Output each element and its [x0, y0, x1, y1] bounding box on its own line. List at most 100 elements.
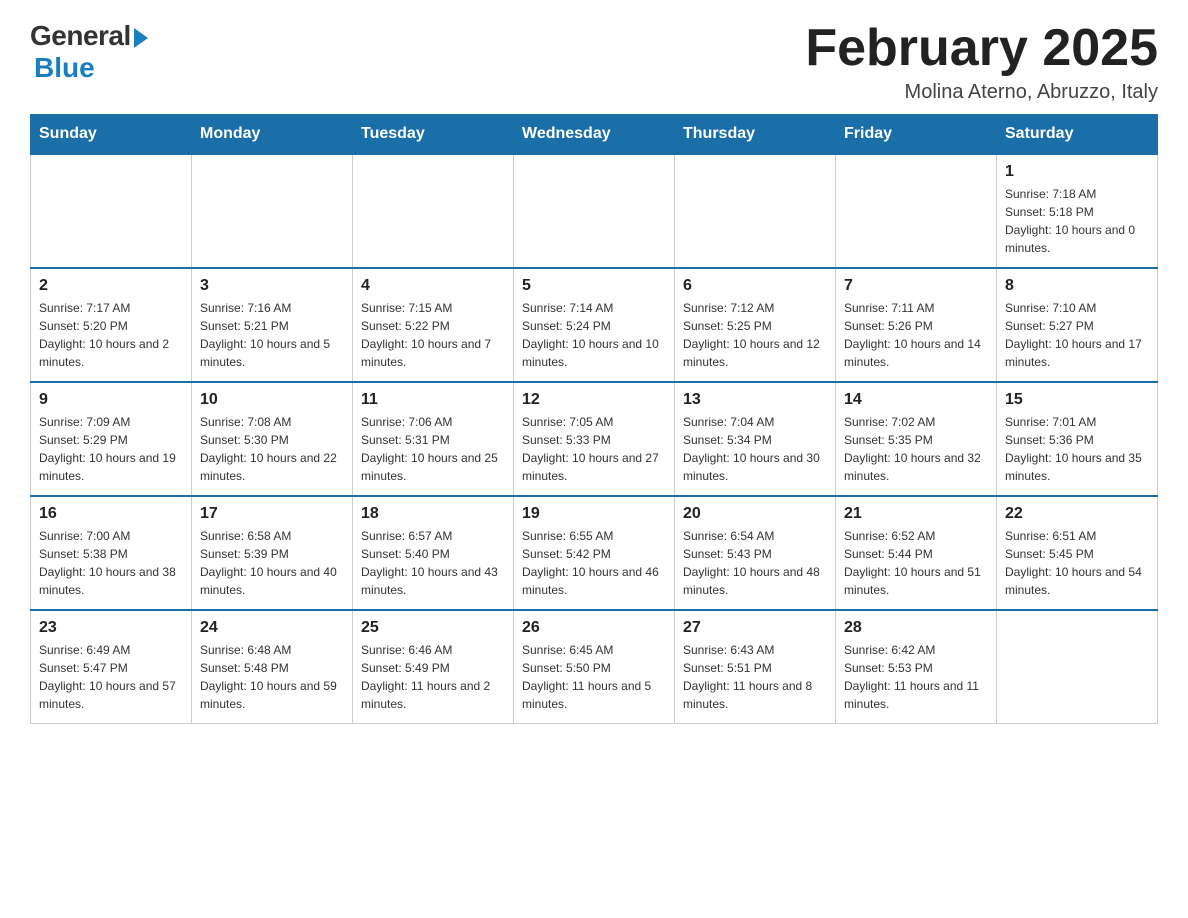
day-number: 10 — [200, 391, 344, 409]
week-row-4: 16 Sunrise: 7:00 AM Sunset: 5:38 PM Dayli… — [31, 496, 1158, 610]
day-info: Sunrise: 6:45 AM Sunset: 5:50 PM Dayligh… — [522, 641, 666, 713]
calendar-cell: 22 Sunrise: 6:51 AM Sunset: 5:45 PM Dayli… — [997, 496, 1158, 610]
day-number: 12 — [522, 391, 666, 409]
calendar-cell: 18 Sunrise: 6:57 AM Sunset: 5:40 PM Dayli… — [353, 496, 514, 610]
calendar-cell: 14Sunrise: 7:02 AM Sunset: 5:35 PM Dayli… — [836, 382, 997, 496]
day-info: Sunrise: 6:55 AM Sunset: 5:42 PM Dayligh… — [522, 527, 666, 599]
weekday-header-friday: Friday — [836, 115, 997, 155]
weekday-header-monday: Monday — [192, 115, 353, 155]
day-info: Sunrise: 6:57 AM Sunset: 5:40 PM Dayligh… — [361, 527, 505, 599]
calendar-cell: 27 Sunrise: 6:43 AM Sunset: 5:51 PM Dayli… — [675, 610, 836, 724]
day-info: Sunrise: 6:46 AM Sunset: 5:49 PM Dayligh… — [361, 641, 505, 713]
day-number: 5 — [522, 277, 666, 295]
location-text: Molina Aterno, Abruzzo, Italy — [805, 81, 1158, 104]
day-info: Sunrise: 7:12 AM Sunset: 5:25 PM Dayligh… — [683, 299, 827, 371]
logo-arrow-icon — [134, 28, 148, 48]
calendar-cell: 9 Sunrise: 7:09 AM Sunset: 5:29 PM Daylig… — [31, 382, 192, 496]
week-row-1: 1Sunrise: 7:18 AM Sunset: 5:18 PM Daylig… — [31, 154, 1158, 268]
calendar-cell: 19 Sunrise: 6:55 AM Sunset: 5:42 PM Dayli… — [514, 496, 675, 610]
calendar-cell: 8 Sunrise: 7:10 AM Sunset: 5:27 PM Daylig… — [997, 268, 1158, 382]
day-number: 17 — [200, 505, 344, 523]
day-info: Sunrise: 7:14 AM Sunset: 5:24 PM Dayligh… — [522, 299, 666, 371]
day-info: Sunrise: 7:09 AM Sunset: 5:29 PM Dayligh… — [39, 413, 183, 485]
day-number: 21 — [844, 505, 988, 523]
day-info: Sunrise: 7:15 AM Sunset: 5:22 PM Dayligh… — [361, 299, 505, 371]
calendar-cell: 6 Sunrise: 7:12 AM Sunset: 5:25 PM Daylig… — [675, 268, 836, 382]
calendar-table: SundayMondayTuesdayWednesdayThursdayFrid… — [30, 114, 1158, 724]
day-info: Sunrise: 7:16 AM Sunset: 5:21 PM Dayligh… — [200, 299, 344, 371]
calendar-cell: 13Sunrise: 7:04 AM Sunset: 5:34 PM Dayli… — [675, 382, 836, 496]
day-number: 7 — [844, 277, 988, 295]
day-number: 3 — [200, 277, 344, 295]
calendar-cell: 5 Sunrise: 7:14 AM Sunset: 5:24 PM Daylig… — [514, 268, 675, 382]
calendar-cell: 11 Sunrise: 7:06 AM Sunset: 5:31 PM Dayli… — [353, 382, 514, 496]
weekday-header-sunday: Sunday — [31, 115, 192, 155]
day-number: 22 — [1005, 505, 1149, 523]
day-number: 28 — [844, 619, 988, 637]
page-header: General Blue February 2025 Molina Aterno… — [30, 20, 1158, 104]
calendar-cell — [514, 154, 675, 268]
calendar-cell — [675, 154, 836, 268]
day-info: Sunrise: 6:54 AM Sunset: 5:43 PM Dayligh… — [683, 527, 827, 599]
day-number: 11 — [361, 391, 505, 409]
day-number: 16 — [39, 505, 183, 523]
day-info: Sunrise: 6:52 AM Sunset: 5:44 PM Dayligh… — [844, 527, 988, 599]
title-section: February 2025 Molina Aterno, Abruzzo, It… — [805, 20, 1158, 104]
day-number: 23 — [39, 619, 183, 637]
calendar-cell — [31, 154, 192, 268]
day-info: Sunrise: 7:10 AM Sunset: 5:27 PM Dayligh… — [1005, 299, 1149, 371]
calendar-cell: 3 Sunrise: 7:16 AM Sunset: 5:21 PM Daylig… — [192, 268, 353, 382]
calendar-cell — [836, 154, 997, 268]
calendar-cell: 26 Sunrise: 6:45 AM Sunset: 5:50 PM Dayli… — [514, 610, 675, 724]
calendar-cell: 7Sunrise: 7:11 AM Sunset: 5:26 PM Daylig… — [836, 268, 997, 382]
day-number: 14 — [844, 391, 988, 409]
calendar-cell: 28 Sunrise: 6:42 AM Sunset: 5:53 PM Dayli… — [836, 610, 997, 724]
calendar-cell: 4 Sunrise: 7:15 AM Sunset: 5:22 PM Daylig… — [353, 268, 514, 382]
day-info: Sunrise: 7:00 AM Sunset: 5:38 PM Dayligh… — [39, 527, 183, 599]
weekday-header-saturday: Saturday — [997, 115, 1158, 155]
calendar-cell: 21 Sunrise: 6:52 AM Sunset: 5:44 PM Dayli… — [836, 496, 997, 610]
day-info: Sunrise: 6:43 AM Sunset: 5:51 PM Dayligh… — [683, 641, 827, 713]
day-number: 2 — [39, 277, 183, 295]
day-number: 24 — [200, 619, 344, 637]
weekday-header-tuesday: Tuesday — [353, 115, 514, 155]
day-number: 6 — [683, 277, 827, 295]
day-number: 4 — [361, 277, 505, 295]
day-info: Sunrise: 6:51 AM Sunset: 5:45 PM Dayligh… — [1005, 527, 1149, 599]
day-number: 9 — [39, 391, 183, 409]
day-number: 27 — [683, 619, 827, 637]
day-info: Sunrise: 6:49 AM Sunset: 5:47 PM Dayligh… — [39, 641, 183, 713]
weekday-header-wednesday: Wednesday — [514, 115, 675, 155]
day-info: Sunrise: 6:48 AM Sunset: 5:48 PM Dayligh… — [200, 641, 344, 713]
calendar-cell: 12Sunrise: 7:05 AM Sunset: 5:33 PM Dayli… — [514, 382, 675, 496]
day-info: Sunrise: 7:01 AM Sunset: 5:36 PM Dayligh… — [1005, 413, 1149, 485]
week-row-2: 2Sunrise: 7:17 AM Sunset: 5:20 PM Daylig… — [31, 268, 1158, 382]
logo-blue-text: Blue — [34, 52, 95, 84]
day-info: Sunrise: 7:08 AM Sunset: 5:30 PM Dayligh… — [200, 413, 344, 485]
day-number: 13 — [683, 391, 827, 409]
day-number: 18 — [361, 505, 505, 523]
day-info: Sunrise: 7:06 AM Sunset: 5:31 PM Dayligh… — [361, 413, 505, 485]
day-number: 15 — [1005, 391, 1149, 409]
week-row-3: 9 Sunrise: 7:09 AM Sunset: 5:29 PM Daylig… — [31, 382, 1158, 496]
weekday-header-thursday: Thursday — [675, 115, 836, 155]
day-info: Sunrise: 6:58 AM Sunset: 5:39 PM Dayligh… — [200, 527, 344, 599]
calendar-cell: 23 Sunrise: 6:49 AM Sunset: 5:47 PM Dayli… — [31, 610, 192, 724]
calendar-cell — [192, 154, 353, 268]
week-row-5: 23 Sunrise: 6:49 AM Sunset: 5:47 PM Dayli… — [31, 610, 1158, 724]
calendar-cell: 2Sunrise: 7:17 AM Sunset: 5:20 PM Daylig… — [31, 268, 192, 382]
logo: General Blue — [30, 20, 148, 84]
calendar-cell — [997, 610, 1158, 724]
logo-general-text: General — [30, 20, 131, 52]
day-number: 26 — [522, 619, 666, 637]
calendar-cell: 1Sunrise: 7:18 AM Sunset: 5:18 PM Daylig… — [997, 154, 1158, 268]
day-number: 25 — [361, 619, 505, 637]
day-number: 8 — [1005, 277, 1149, 295]
calendar-cell — [353, 154, 514, 268]
day-info: Sunrise: 6:42 AM Sunset: 5:53 PM Dayligh… — [844, 641, 988, 713]
day-number: 20 — [683, 505, 827, 523]
day-number: 1 — [1005, 163, 1149, 181]
day-number: 19 — [522, 505, 666, 523]
calendar-cell: 25 Sunrise: 6:46 AM Sunset: 5:49 PM Dayli… — [353, 610, 514, 724]
calendar-cell: 20 Sunrise: 6:54 AM Sunset: 5:43 PM Dayli… — [675, 496, 836, 610]
